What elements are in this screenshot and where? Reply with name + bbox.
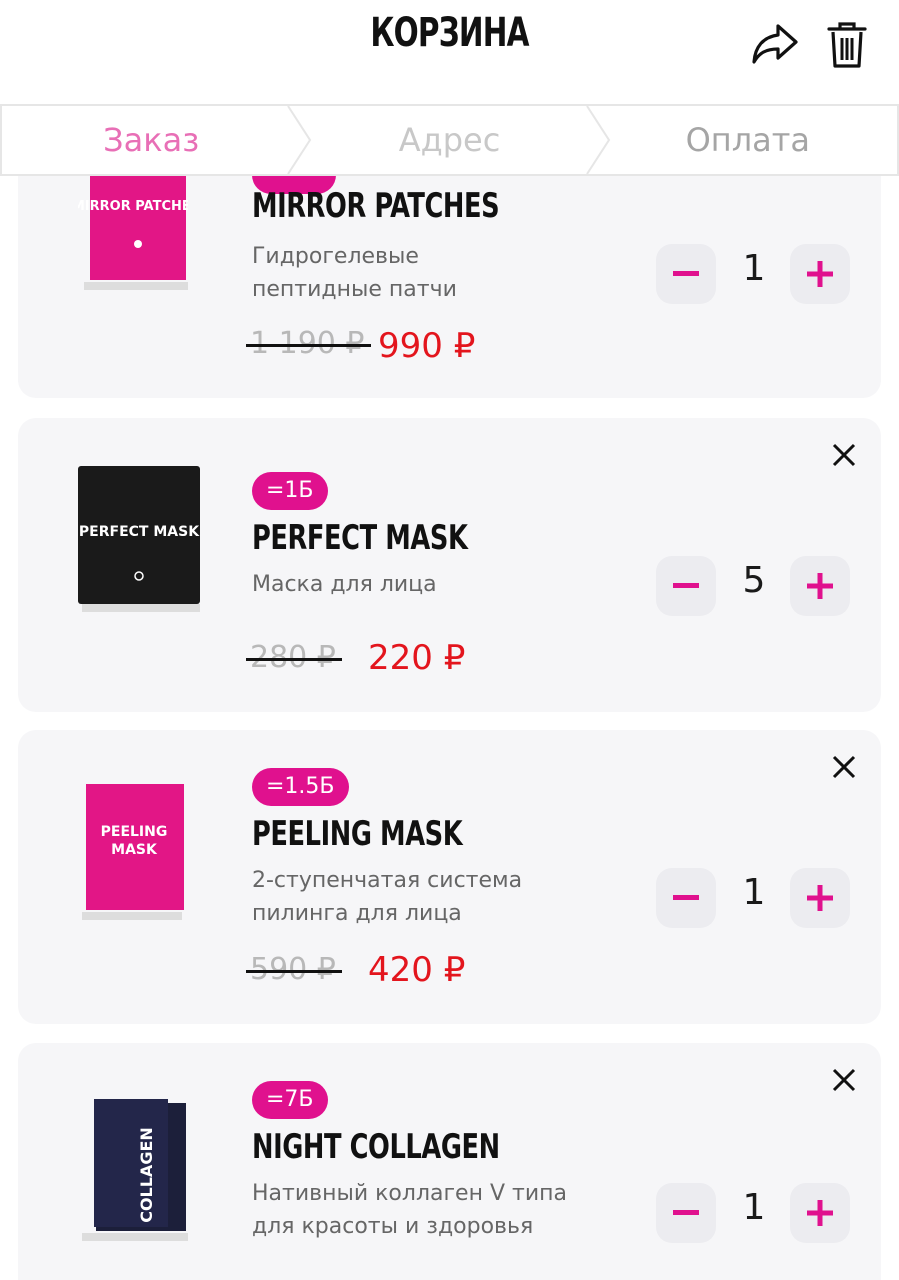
quantity-value: 5 (742, 560, 766, 601)
step-payment-label: Оплата (685, 121, 811, 159)
header: КОРЗИНА (0, 0, 899, 100)
new-price: 220 ₽ (368, 638, 466, 678)
cart-item: COLLAGEN =7Б NIGHT COLLAGEN Нативный кол… (18, 1043, 881, 1280)
decrease-quantity-button[interactable] (656, 1183, 716, 1243)
remove-item-icon[interactable] (827, 1063, 861, 1097)
remove-item-icon[interactable] (827, 438, 861, 472)
product-description: 2-ступенчатая система пилинга для лица (252, 868, 523, 926)
share-arrow-icon[interactable] (748, 18, 802, 72)
product-description: Гидрогелевые пептидные патчи (252, 244, 457, 302)
product-description: Маска для лица (252, 572, 437, 597)
trash-icon[interactable] (820, 18, 874, 72)
increase-quantity-button[interactable] (790, 244, 850, 304)
quantity-value: 1 (742, 1187, 766, 1228)
product-image: COLLAGEN (82, 1099, 188, 1241)
svg-text:MASK: MASK (111, 842, 158, 858)
step-order[interactable]: Заказ (2, 106, 312, 174)
product-name: MIRROR PATCHES (252, 186, 500, 226)
step-address[interactable]: Адрес (300, 106, 610, 174)
increase-quantity-button[interactable] (790, 868, 850, 928)
old-price: 590 ₽ (246, 952, 342, 987)
item-badge: =1Б (252, 472, 328, 510)
step-address-label: Адрес (398, 121, 501, 159)
step-separator-icon (287, 106, 312, 174)
cart-item: PEELING MASK =1.5Б PEELING MASK 2-ступен… (18, 730, 881, 1024)
increase-quantity-button[interactable] (790, 556, 850, 616)
old-price: 1 190 ₽ (246, 326, 371, 361)
product-name: NIGHT COLLAGEN (252, 1127, 500, 1167)
svg-text:COLLAGEN: COLLAGEN (137, 1127, 156, 1223)
decrease-quantity-button[interactable] (656, 244, 716, 304)
quantity-value: 1 (742, 248, 766, 289)
quantity-value: 1 (742, 872, 766, 913)
strike-line (246, 343, 371, 347)
decrease-quantity-button[interactable] (656, 868, 716, 928)
remove-item-icon[interactable] (827, 750, 861, 784)
item-badge: =1.5Б (252, 768, 349, 806)
page-title: КОРЗИНА (370, 10, 529, 56)
product-name: PERFECT MASK (252, 518, 468, 558)
product-image: PERFECT MASK (78, 466, 200, 612)
decrease-quantity-button[interactable] (656, 556, 716, 616)
product-image: PEELING MASK (82, 784, 184, 920)
product-name: PEELING MASK (252, 814, 463, 854)
step-payment[interactable]: Оплата (599, 106, 897, 174)
new-price: 990 ₽ (378, 326, 476, 366)
checkout-steps: Заказ Адрес Оплата (0, 104, 899, 176)
svg-text:PEELING: PEELING (101, 824, 168, 840)
strike-line (246, 969, 342, 973)
step-order-label: Заказ (103, 121, 200, 159)
cart-list: MIRROR PATCHES MIRROR PATCHES Гидрогелев… (0, 0, 899, 1280)
old-price: 280 ₽ (246, 640, 342, 675)
svg-text:PERFECT MASK: PERFECT MASK (79, 524, 200, 540)
step-separator-icon (585, 106, 610, 174)
product-description: Нативный коллаген V типа для красоты и з… (252, 1181, 567, 1239)
svg-text:MIRROR PATCHES: MIRROR PATCHES (78, 199, 188, 214)
item-badge: =7Б (252, 1081, 328, 1119)
strike-line (246, 657, 342, 661)
new-price: 420 ₽ (368, 950, 466, 990)
cart-item: PERFECT MASK =1Б PERFECT MASK Маска для … (18, 418, 881, 712)
increase-quantity-button[interactable] (790, 1183, 850, 1243)
product-image: MIRROR PATCHES (78, 170, 188, 290)
